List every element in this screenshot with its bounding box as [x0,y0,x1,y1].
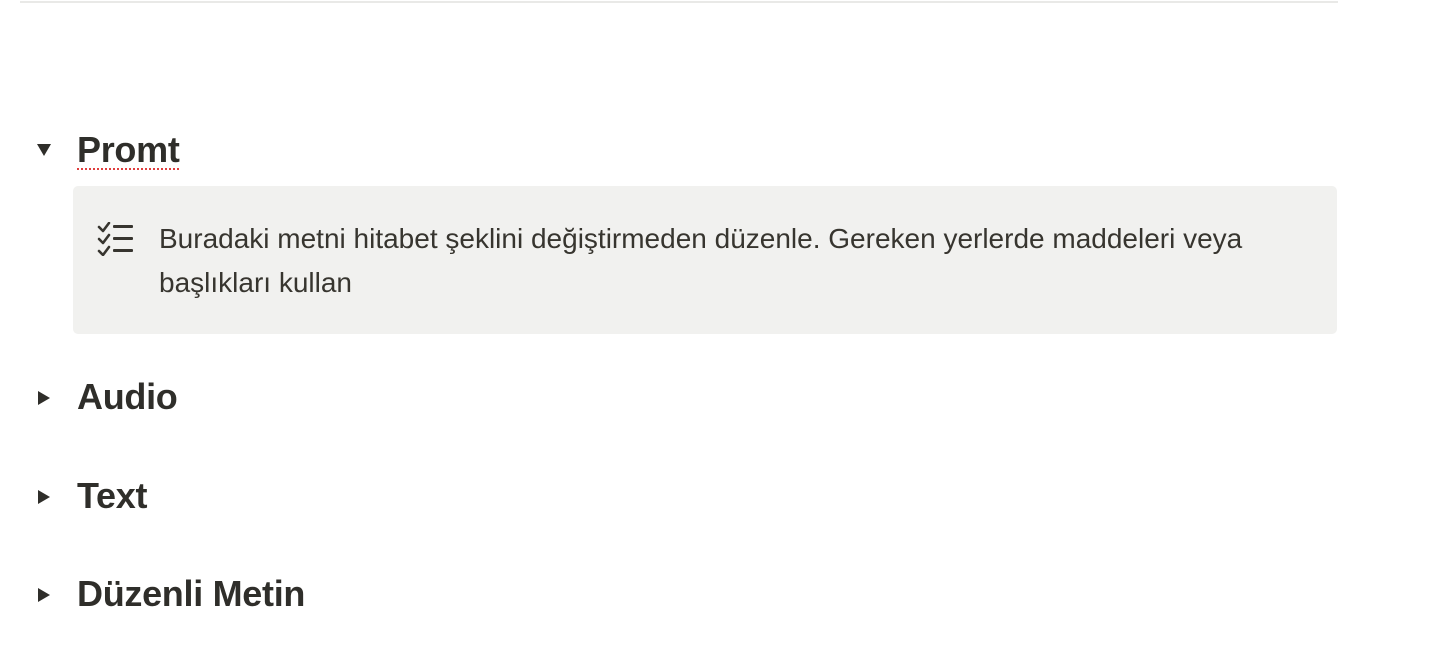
toggle-header: Promt [0,126,1456,174]
toggle-heading-promt: Promt [0,126,1456,174]
callout-text[interactable]: Buradaki metni hitabet şeklini değiştirm… [159,217,1289,305]
checklist-icon[interactable] [97,221,135,257]
caret-down-icon[interactable] [33,139,55,161]
toggle-heading-audio: Audio [0,373,1456,421]
toggle-title[interactable]: Audio [77,373,178,421]
toggle-title[interactable]: Text [77,472,147,520]
caret-right-icon[interactable] [33,584,55,606]
caret-right-icon[interactable] [33,486,55,508]
toggle-header: Text [0,472,1456,520]
toggle-header: Audio [0,373,1456,421]
notion-page: Promt Buradaki metni hitabet şeklini değ… [0,0,1456,645]
divider [20,1,1338,3]
toggle-title-text: Promt [77,129,180,170]
toggle-heading-duzenli-metin: Düzenli Metin [0,570,1456,618]
callout-block[interactable]: Buradaki metni hitabet şeklini değiştirm… [73,186,1337,334]
toggle-heading-text: Text [0,472,1456,520]
toggle-title[interactable]: Düzenli Metin [77,570,305,618]
toggle-header: Düzenli Metin [0,570,1456,618]
toggle-title[interactable]: Promt [77,126,180,174]
caret-right-icon[interactable] [33,387,55,409]
